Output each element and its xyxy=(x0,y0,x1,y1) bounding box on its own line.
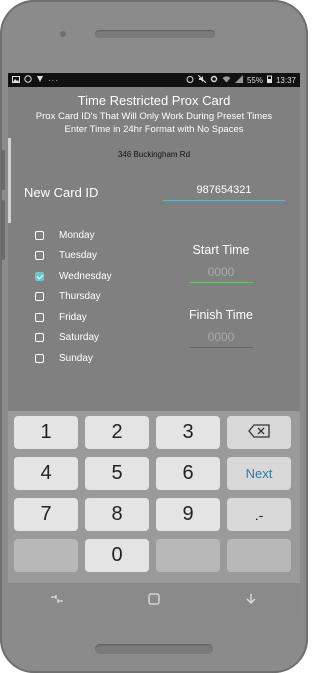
day-checklist: Monday Tuesday Wednesday Thursday Friday… xyxy=(35,225,112,369)
checkbox-wednesday[interactable] xyxy=(35,271,44,281)
gallery-icon xyxy=(12,75,20,85)
bottom-bezel-bar xyxy=(95,644,213,654)
start-time-label: Start Time xyxy=(192,243,250,257)
checkbox-saturday[interactable] xyxy=(35,333,44,343)
day-row-tuesday[interactable]: Tuesday xyxy=(35,246,112,267)
day-row-wednesday[interactable]: Wednesday xyxy=(35,266,112,287)
page-title: Time Restricted Prox Card xyxy=(77,93,231,108)
key-4[interactable]: 4 xyxy=(14,457,78,490)
checkbox-thursday[interactable] xyxy=(35,292,44,302)
more-dots-icon: ··· xyxy=(48,75,59,85)
finish-time-label: Finish Time xyxy=(189,308,253,322)
backspace-key[interactable] xyxy=(227,416,291,449)
bixby-button xyxy=(1,200,5,260)
finish-time-block: Finish Time 0000 xyxy=(176,308,266,348)
key-3[interactable]: 3 xyxy=(156,416,220,449)
key-0[interactable]: 0 xyxy=(85,539,149,572)
checkbox-tuesday[interactable] xyxy=(35,251,44,261)
day-row-monday[interactable]: Monday xyxy=(35,225,112,246)
key-8[interactable]: 8 xyxy=(85,498,149,531)
finish-time-input[interactable]: 0000 xyxy=(189,330,253,348)
address-text: 346 Buckingham Rd xyxy=(117,150,191,159)
next-key[interactable]: Next xyxy=(227,457,291,490)
status-bar: ··· 55% 13:37 xyxy=(8,73,300,87)
scroll-indicator[interactable] xyxy=(8,138,11,223)
day-label: Saturday xyxy=(59,332,100,344)
day-label: Tuesday xyxy=(59,250,97,262)
key-5[interactable]: 5 xyxy=(85,457,149,490)
checkbox-sunday[interactable] xyxy=(35,353,44,363)
battery-percent: 55% xyxy=(246,75,263,85)
card-id-input[interactable]: 987654321 xyxy=(163,184,285,201)
subtitle-line-1: Prox Card ID's That Will Only Work Durin… xyxy=(35,111,273,122)
mute-icon xyxy=(197,74,207,85)
recents-icon[interactable] xyxy=(42,589,72,609)
signal-icon xyxy=(234,75,243,85)
phone-frame: ··· 55% 13:37 Time Restricted Prox Card … xyxy=(0,0,308,673)
day-row-friday[interactable]: Friday xyxy=(35,307,112,328)
day-label: Thursday xyxy=(59,291,101,303)
blank-key-right xyxy=(227,539,291,572)
earpiece-speaker xyxy=(95,30,215,38)
checkbox-monday[interactable] xyxy=(35,230,44,240)
navigation-bar xyxy=(8,583,300,615)
volume-button xyxy=(1,150,5,190)
wifi-icon xyxy=(222,75,231,85)
screen: ··· 55% 13:37 Time Restricted Prox Card … xyxy=(8,73,300,615)
blank-key-middle xyxy=(156,539,220,572)
card-id-row: New Card ID 987654321 xyxy=(8,179,300,209)
shield-icon xyxy=(36,75,44,85)
day-row-thursday[interactable]: Thursday xyxy=(35,287,112,308)
front-camera xyxy=(60,31,66,37)
back-icon[interactable] xyxy=(236,589,266,609)
day-label: Monday xyxy=(59,229,95,241)
day-label: Friday xyxy=(59,311,87,323)
key-9[interactable]: 9 xyxy=(156,498,220,531)
punctuation-key[interactable]: .- xyxy=(227,498,291,531)
day-label: Sunday xyxy=(59,352,93,364)
day-row-saturday[interactable]: Saturday xyxy=(35,328,112,349)
gear-icon xyxy=(210,75,218,85)
key-2[interactable]: 2 xyxy=(85,416,149,449)
subtitle-line-2: Enter Time in 24hr Format with No Spaces xyxy=(64,124,244,135)
battery-icon xyxy=(266,75,272,85)
numeric-keyboard: 1 2 3 4 5 6 Next 7 8 9 .- 0 xyxy=(8,411,300,583)
whatsapp-icon xyxy=(24,75,32,85)
key-1[interactable]: 1 xyxy=(14,416,78,449)
key-6[interactable]: 6 xyxy=(156,457,220,490)
checkbox-friday[interactable] xyxy=(35,312,44,322)
start-time-input[interactable]: 0000 xyxy=(189,265,253,283)
alarm-icon xyxy=(186,75,194,85)
day-label: Wednesday xyxy=(59,270,112,282)
home-icon[interactable] xyxy=(139,589,169,609)
start-time-block: Start Time 0000 xyxy=(176,243,266,283)
clock: 13:37 xyxy=(275,75,296,85)
backspace-icon xyxy=(248,421,270,444)
card-id-label: New Card ID xyxy=(24,185,99,200)
key-7[interactable]: 7 xyxy=(14,498,78,531)
blank-key-left xyxy=(14,539,78,572)
day-row-sunday[interactable]: Sunday xyxy=(35,348,112,369)
